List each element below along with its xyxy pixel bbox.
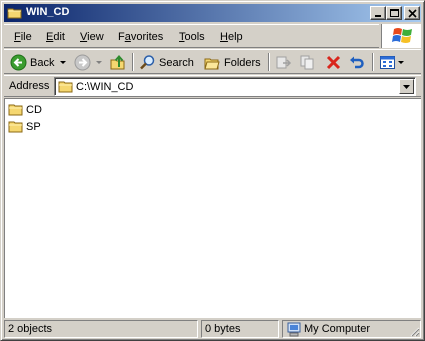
maximize-icon (390, 9, 399, 17)
move-to-button[interactable] (274, 52, 294, 73)
minimize-button[interactable] (370, 6, 386, 20)
menu-tools[interactable]: Tools (179, 31, 205, 43)
resize-grip-icon[interactable] (408, 325, 420, 337)
title-bar[interactable]: WIN_CD (4, 4, 421, 22)
status-objects: 2 objects (4, 320, 198, 338)
window-title: WIN_CD (26, 6, 70, 18)
menu-file[interactable]: File (14, 31, 32, 43)
search-icon (140, 55, 155, 70)
windows-logo (381, 24, 421, 48)
status-location: My Computer (282, 320, 421, 338)
folder-icon (8, 104, 23, 116)
maximize-button[interactable] (386, 6, 402, 20)
menu-view[interactable]: View (80, 31, 104, 43)
toolbar-separator (372, 53, 374, 71)
forward-dropdown-icon[interactable] (96, 61, 102, 65)
forward-icon (74, 54, 91, 71)
folder-icon (8, 121, 23, 133)
search-button[interactable]: Search (137, 52, 197, 73)
toolbar-separator (132, 53, 134, 71)
status-size: 0 bytes (201, 320, 279, 338)
address-value: C:\WIN_CD (76, 81, 134, 93)
menu-favorites[interactable]: Favorites (118, 31, 163, 43)
address-bar: Address C:\WIN_CD (4, 75, 421, 97)
menu-bar: File Edit View Favorites Tools Help (4, 24, 379, 48)
chevron-down-icon (403, 85, 410, 89)
file-name: SP (26, 121, 41, 133)
delete-button[interactable] (324, 52, 344, 73)
folders-button[interactable]: Folders (202, 52, 264, 73)
address-dropdown-button[interactable] (399, 79, 414, 94)
move-to-icon (276, 56, 292, 69)
forward-button[interactable] (72, 52, 92, 73)
my-computer-icon (287, 322, 301, 337)
windows-flag-icon (392, 28, 412, 43)
menu-edit[interactable]: Edit (46, 31, 65, 43)
close-button[interactable] (404, 6, 420, 20)
folder-icon (58, 81, 73, 93)
copy-to-button[interactable] (298, 52, 318, 73)
copy-to-icon (300, 55, 314, 70)
toolbar-separator (268, 53, 270, 71)
undo-button[interactable] (347, 52, 367, 73)
file-name: CD (26, 104, 42, 116)
views-button[interactable] (378, 52, 406, 73)
up-button[interactable] (108, 52, 128, 73)
address-input[interactable]: C:\WIN_CD (54, 77, 416, 96)
folders-icon (204, 58, 220, 70)
back-dropdown-icon[interactable] (60, 61, 66, 65)
views-dropdown-icon (398, 61, 404, 64)
up-folder-icon (110, 54, 125, 70)
back-icon (10, 54, 27, 71)
address-label: Address (9, 80, 50, 92)
folder-icon (7, 5, 23, 24)
menu-help[interactable]: Help (220, 31, 243, 43)
views-icon (380, 56, 395, 69)
standard-toolbar: Back Search Folders (4, 49, 421, 74)
close-icon (408, 9, 417, 18)
undo-icon (350, 56, 364, 69)
back-button[interactable]: Back (8, 52, 62, 73)
minimize-icon (375, 15, 381, 17)
status-bar: 2 objects 0 bytes My Computer (4, 320, 421, 338)
delete-icon (326, 55, 341, 70)
file-list-pane[interactable]: CD SP (4, 98, 421, 318)
explorer-window: WIN_CD File Edit View Favorites Tools He… (0, 0, 425, 341)
